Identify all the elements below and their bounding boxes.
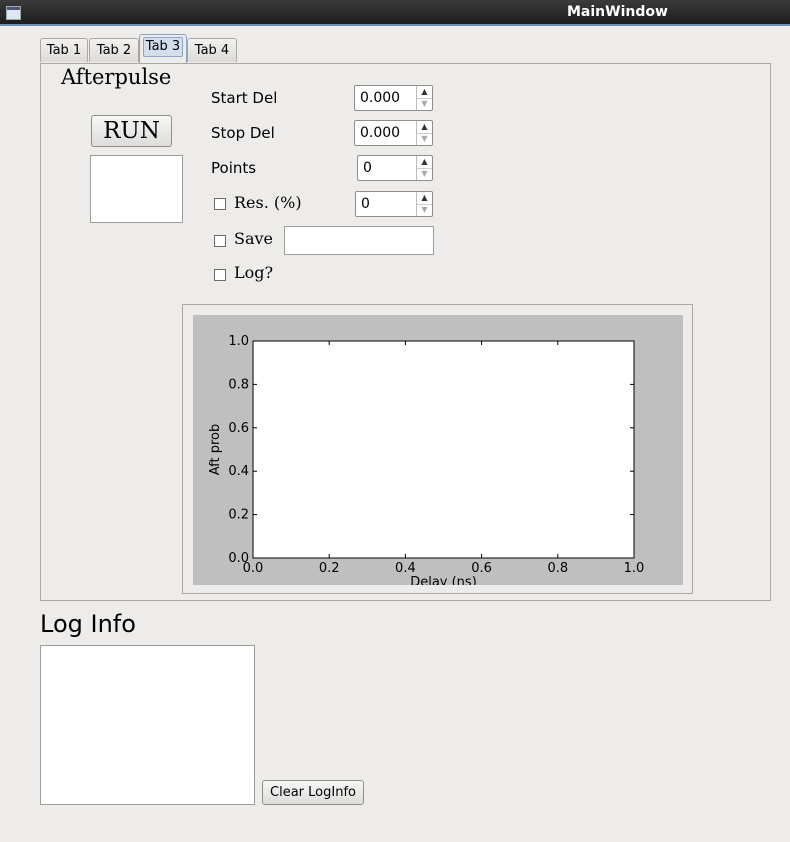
res-spinbox[interactable]: 0 ▲ ▼ [355,191,433,217]
points-label: Points [211,159,257,177]
res-label: Res. (%) [234,193,302,212]
x-axis-label: Delay (ns) [410,575,477,585]
save-filename-input[interactable] [284,226,434,255]
run-status-box [90,155,183,223]
points-value: 0 [363,160,372,176]
afterpulse-chart: 0.0 0.2 0.4 0.6 0.8 1.00.00.20.40.60.81.0Dela… [208,334,645,585]
spin-down-icon[interactable]: ▼ [417,98,432,110]
y-axis-label: Aft prob [208,424,223,476]
y-tick-label: 0.4 [228,464,249,479]
points-arrows: ▲ ▼ [416,156,432,180]
plot-canvas: 0.0 0.2 0.4 0.6 0.8 1.0 0.0 0.2 0.4 0.6 0.8 1.0 Dela… [193,315,683,585]
y-tick-label: 0.8 [228,377,249,392]
window-titlebar[interactable]: MainWindow [0,0,790,26]
res-arrows: ▲ ▼ [416,192,432,216]
tab-3-label: Tab 3 [142,37,184,57]
x-tick-label: 1.0 [624,561,645,576]
window-title: MainWindow [567,4,668,20]
tab-4[interactable]: Tab 4 [187,38,237,62]
y-tick-label: 1.0 [228,334,249,349]
res-value: 0 [361,196,370,212]
log-info-textarea[interactable] [40,645,255,805]
y-tick-label: 0.0 [228,551,249,566]
afterpulse-heading: Afterpulse [61,65,172,89]
points-spinbox[interactable]: 0 ▲ ▼ [357,155,433,181]
spin-down-icon[interactable]: ▼ [417,204,432,216]
axes-area [252,340,635,559]
spin-down-icon[interactable]: ▼ [417,168,432,180]
log-label: Log? [234,263,274,282]
y-tick-label: 0.2 [228,508,249,523]
stop-del-label: Stop Del [211,124,275,142]
stop-del-spinbox[interactable]: 0.000 ▲ ▼ [354,120,433,146]
save-label: Save [234,229,274,248]
res-checkbox[interactable] [214,198,226,210]
tab-1[interactable]: Tab 1 [40,38,88,62]
start-del-label: Start Del [211,89,278,107]
start-del-value: 0.000 [360,90,401,106]
log-info-title: Log Info [40,610,136,638]
log-checkbox[interactable] [214,269,226,281]
spin-down-icon[interactable]: ▼ [417,133,432,145]
y-tick-label: 0.6 [228,421,249,436]
tab-2[interactable]: Tab 2 [89,38,139,62]
x-tick-label: 0.8 [547,561,568,576]
x-tick-label: 0.4 [395,561,416,576]
save-checkbox[interactable] [214,235,226,247]
stop-del-arrows: ▲ ▼ [416,121,432,145]
start-del-arrows: ▲ ▼ [416,86,432,110]
start-del-spinbox[interactable]: 0.000 ▲ ▼ [354,85,433,111]
x-tick-label: 0.2 [319,561,340,576]
stop-del-value: 0.000 [360,125,401,141]
window-menu-icon[interactable] [6,6,21,20]
run-button[interactable]: RUN [91,115,172,147]
clear-loginfo-button[interactable]: Clear LogInfo [262,780,364,805]
tab-3[interactable]: Tab 3 [139,34,187,64]
x-tick-label: 0.6 [471,561,492,576]
